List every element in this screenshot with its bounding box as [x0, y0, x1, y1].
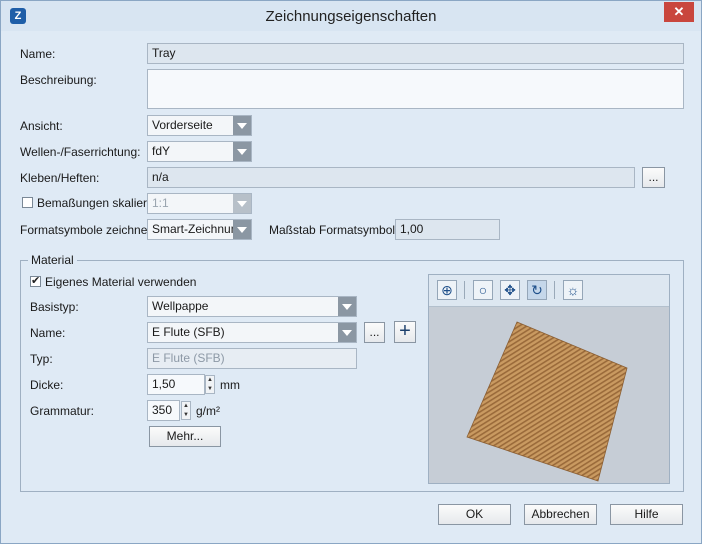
grammatur-label: Grammatur:: [30, 404, 95, 418]
dicke-unit: mm: [220, 378, 240, 392]
typ-input: E Flute (SFB): [147, 348, 357, 369]
basistyp-label: Basistyp:: [30, 300, 79, 314]
spin-down-icon[interactable]: ▼: [182, 411, 190, 419]
grammatur-spinner[interactable]: ▲ ▼: [181, 401, 191, 420]
wellen-value: fdY: [152, 144, 171, 158]
title-bar: Z Zeichnungseigenschaften ✕: [1, 1, 701, 31]
close-button[interactable]: ✕: [664, 2, 694, 22]
dicke-spinner[interactable]: ▲ ▼: [205, 375, 215, 394]
basistyp-select[interactable]: Wellpappe: [147, 296, 357, 317]
spin-up-icon[interactable]: ▲: [182, 402, 190, 410]
eigenes-material-label: Eigenes Material verwenden: [45, 275, 197, 289]
spin-up-icon[interactable]: ▲: [206, 376, 214, 384]
light-icon[interactable]: ☼: [563, 280, 583, 300]
ansicht-value: Vorderseite: [152, 118, 213, 132]
zoom-icon[interactable]: ○: [473, 280, 493, 300]
dialog-window: Z Zeichnungseigenschaften ✕ Name: Tray B…: [0, 0, 702, 544]
pan-icon[interactable]: ✥: [500, 280, 520, 300]
toolbar-separator: [464, 281, 465, 299]
sample-board: [466, 321, 628, 482]
name-label: Name:: [20, 47, 56, 61]
rotate-icon[interactable]: ↻: [527, 280, 547, 300]
cancel-button[interactable]: Abbrechen: [524, 504, 597, 525]
add-material-button[interactable]: +: [394, 321, 416, 343]
grammatur-input[interactable]: 350: [147, 400, 180, 421]
bemassungen-checkbox[interactable]: [22, 197, 33, 208]
chevron-down-icon: [233, 194, 251, 213]
material-name-select[interactable]: E Flute (SFB): [147, 322, 357, 343]
massstab-input[interactable]: 1,00: [395, 219, 500, 240]
material-name-label: Name:: [30, 326, 66, 340]
eigenes-material-checkbox[interactable]: [30, 274, 41, 287]
grammatur-unit: g/m²: [196, 404, 220, 418]
mehr-button[interactable]: Mehr...: [149, 426, 221, 447]
spin-down-icon[interactable]: ▼: [206, 385, 214, 393]
dicke-input[interactable]: 1,50: [147, 374, 205, 395]
material-browse-button[interactable]: ...: [364, 322, 385, 343]
beschreibung-textarea[interactable]: [147, 69, 684, 109]
formatsymbole-label: Formatsymbole zeichnen:: [20, 223, 158, 237]
chevron-down-icon[interactable]: [233, 116, 251, 135]
ok-button[interactable]: OK: [438, 504, 511, 525]
formatsymbole-select[interactable]: Smart-Zeichnung: [147, 219, 252, 240]
window-title: Zeichnungseigenschaften: [265, 8, 437, 25]
ansicht-select[interactable]: Vorderseite: [147, 115, 252, 136]
chevron-down-icon[interactable]: [233, 142, 251, 161]
bemassungen-scale-select: 1:1: [147, 193, 252, 214]
help-button[interactable]: Hilfe: [610, 504, 683, 525]
kleben-label: Kleben/Heften:: [20, 171, 100, 185]
wellen-select[interactable]: fdY: [147, 141, 252, 162]
formatsymbole-value: Smart-Zeichnung: [152, 222, 245, 236]
beschreibung-label: Beschreibung:: [20, 73, 97, 87]
dicke-label: Dicke:: [30, 378, 64, 392]
material-preview[interactable]: ⊕ ○ ✥ ↻ ☼: [428, 274, 670, 484]
ansicht-label: Ansicht:: [20, 119, 63, 133]
bemassungen-label: Bemaßungen skalieren: [37, 196, 161, 210]
chevron-down-icon[interactable]: [233, 220, 251, 239]
typ-label: Typ:: [30, 352, 53, 366]
toolbar-separator: [554, 281, 555, 299]
chevron-down-icon[interactable]: [338, 297, 356, 316]
corrugated-sample-view[interactable]: [429, 306, 669, 483]
kleben-input[interactable]: n/a: [147, 167, 635, 188]
name-input[interactable]: Tray: [147, 43, 684, 64]
kleben-browse-button[interactable]: ...: [642, 167, 665, 188]
chevron-down-icon[interactable]: [338, 323, 356, 342]
massstab-label: Maßstab Formatsymbole:: [269, 223, 406, 237]
material-name-value: E Flute (SFB): [152, 325, 225, 339]
material-group-title: Material: [28, 253, 77, 267]
preview-toolbar: ⊕ ○ ✥ ↻ ☼: [429, 275, 669, 307]
bemassungen-scale-value: 1:1: [152, 196, 169, 210]
zoom-fit-icon[interactable]: ⊕: [437, 280, 457, 300]
wellen-label: Wellen-/Faserrichtung:: [20, 145, 141, 159]
basistyp-value: Wellpappe: [152, 299, 209, 313]
